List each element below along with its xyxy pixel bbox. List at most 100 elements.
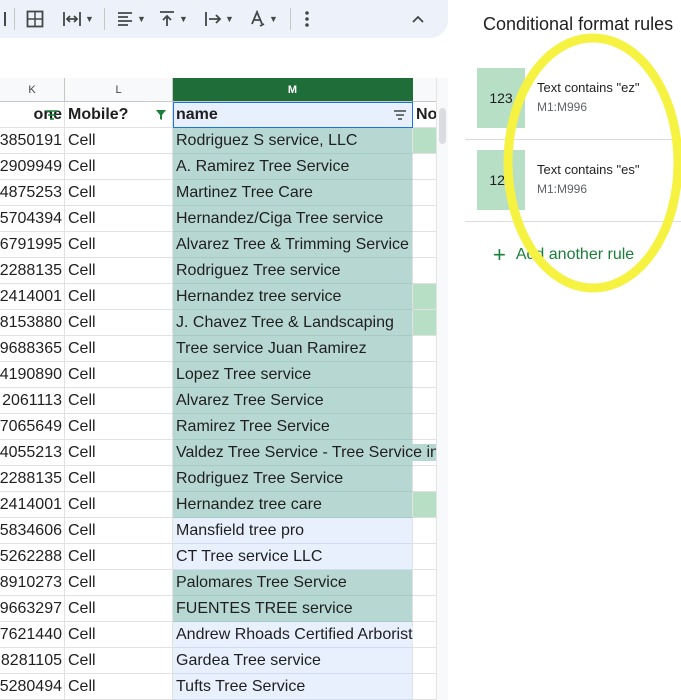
- cell-phone[interactable]: 9663297: [0, 596, 65, 622]
- cell-phone[interactable]: 2414001: [0, 284, 65, 310]
- more-options-button[interactable]: [304, 9, 310, 29]
- cell-name[interactable]: Rodriguez Tree Service: [173, 466, 413, 492]
- cell-mobile[interactable]: Cell: [65, 258, 173, 284]
- cell-notes[interactable]: [413, 232, 436, 258]
- merge-cells-button[interactable]: ▼: [62, 9, 94, 29]
- cell-phone[interactable]: 2061113: [0, 388, 65, 414]
- cell-name[interactable]: Rodriguez S service, LLC: [173, 128, 413, 154]
- collapse-toolbar-button[interactable]: [410, 9, 426, 29]
- cell-mobile[interactable]: Cell: [65, 518, 173, 544]
- cell-phone[interactable]: 5280494: [0, 674, 65, 700]
- cell-name[interactable]: Lopez Tree service: [173, 362, 413, 388]
- cell-mobile[interactable]: Cell: [65, 544, 173, 570]
- cell-mobile[interactable]: Cell: [65, 310, 173, 336]
- cell-notes[interactable]: [413, 466, 436, 492]
- cell-phone[interactable]: 5704394: [0, 206, 65, 232]
- cell-notes[interactable]: [413, 518, 436, 544]
- filter-icon[interactable]: [393, 109, 407, 121]
- cell-name[interactable]: Alvarez Tree & Trimming Service: [173, 232, 413, 258]
- cell-phone[interactable]: 7621440: [0, 622, 65, 648]
- cell-notes[interactable]: [413, 388, 436, 414]
- cell-phone[interactable]: 7065649: [0, 414, 65, 440]
- cell-notes[interactable]: [413, 492, 436, 518]
- cell-header-notes[interactable]: No: [413, 102, 436, 128]
- column-header-m[interactable]: M: [173, 78, 413, 102]
- cell-notes[interactable]: [413, 284, 436, 310]
- borders-button[interactable]: [26, 9, 44, 29]
- cell-phone[interactable]: 4875253: [0, 180, 65, 206]
- cell-phone[interactable]: 5262288: [0, 544, 65, 570]
- cell-name[interactable]: Tree service Juan Ramirez: [173, 336, 413, 362]
- cell-name[interactable]: Alvarez Tree Service: [173, 388, 413, 414]
- cell-mobile[interactable]: Cell: [65, 570, 173, 596]
- cell-mobile[interactable]: Cell: [65, 180, 173, 206]
- cell-notes[interactable]: [413, 180, 436, 206]
- cell-mobile[interactable]: Cell: [65, 284, 173, 310]
- add-rule-button[interactable]: + Add another rule: [493, 244, 634, 266]
- cell-mobile[interactable]: Cell: [65, 388, 173, 414]
- cell-notes[interactable]: [413, 154, 436, 180]
- cell-name[interactable]: Tufts Tree Service: [173, 674, 413, 700]
- cell-notes[interactable]: [413, 206, 436, 232]
- text-wrap-button[interactable]: ▼: [204, 9, 234, 29]
- sheet-grid[interactable]: K L M one Mobile? name No 3850191 Cell Rod…: [0, 78, 436, 700]
- cell-name[interactable]: Hernandez/Ciga Tree service: [173, 206, 413, 232]
- cell-mobile[interactable]: Cell: [65, 622, 173, 648]
- cell-phone[interactable]: 8910273: [0, 570, 65, 596]
- cell-phone[interactable]: 4055213: [0, 440, 65, 466]
- cell-mobile[interactable]: Cell: [65, 128, 173, 154]
- cell-header-name[interactable]: name: [173, 102, 413, 128]
- cell-mobile[interactable]: Cell: [65, 440, 173, 466]
- cell-notes[interactable]: [413, 258, 436, 284]
- cell-mobile[interactable]: Cell: [65, 648, 173, 674]
- cell-mobile[interactable]: Cell: [65, 154, 173, 180]
- vertical-scrollbar[interactable]: [436, 78, 448, 700]
- cell-phone[interactable]: 2414001: [0, 492, 65, 518]
- cell-notes[interactable]: [413, 414, 436, 440]
- rule-item[interactable]: 123 Text contains "es" M1:M996: [465, 140, 681, 222]
- scrollbar-thumb[interactable]: [439, 108, 446, 144]
- cell-notes[interactable]: [413, 336, 436, 362]
- cell-name[interactable]: Hernandez tree care: [173, 492, 413, 518]
- cell-name[interactable]: FUENTES TREE service: [173, 596, 413, 622]
- cell-phone[interactable]: 8153880: [0, 310, 65, 336]
- cell-notes[interactable]: [413, 570, 436, 596]
- cell-mobile[interactable]: Cell: [65, 232, 173, 258]
- cell-mobile[interactable]: Cell: [65, 206, 173, 232]
- cell-phone[interactable]: 6791995: [0, 232, 65, 258]
- cell-name[interactable]: Gardea Tree service: [173, 648, 413, 674]
- horizontal-align-button[interactable]: ▼: [116, 9, 146, 29]
- cell-notes[interactable]: [413, 544, 436, 570]
- cell-name[interactable]: CT Tree service LLC: [173, 544, 413, 570]
- cell-name[interactable]: A. Ramirez Tree Service: [173, 154, 413, 180]
- filter-active-icon[interactable]: [155, 109, 167, 121]
- cell-name[interactable]: Martinez Tree Care: [173, 180, 413, 206]
- cell-name[interactable]: Hernandez tree service: [173, 284, 413, 310]
- column-header-n[interactable]: [413, 78, 436, 102]
- cell-phone[interactable]: 3850191: [0, 128, 65, 154]
- cell-mobile[interactable]: Cell: [65, 362, 173, 388]
- vertical-align-button[interactable]: ▼: [158, 9, 188, 29]
- cell-name[interactable]: Valdez Tree Service - Tree Service in: [173, 440, 436, 466]
- cell-mobile[interactable]: Cell: [65, 466, 173, 492]
- cell-phone[interactable]: 9688365: [0, 336, 65, 362]
- cell-notes[interactable]: [413, 622, 436, 648]
- column-header-l[interactable]: L: [65, 78, 173, 102]
- rule-item[interactable]: 123 Text contains "ez" M1:M996: [465, 58, 681, 140]
- cell-notes[interactable]: [413, 596, 436, 622]
- cell-mobile[interactable]: Cell: [65, 492, 173, 518]
- cell-name[interactable]: Palomares Tree Service: [173, 570, 413, 596]
- cell-phone[interactable]: 4190890: [0, 362, 65, 388]
- cell-name[interactable]: Ramirez Tree Service: [173, 414, 413, 440]
- text-rotation-button[interactable]: ▼: [248, 9, 278, 29]
- cell-mobile[interactable]: Cell: [65, 414, 173, 440]
- cell-phone[interactable]: 2909949: [0, 154, 65, 180]
- cell-name[interactable]: Andrew Rhoads Certified Arborist: [173, 622, 413, 648]
- cell-phone[interactable]: 2288135: [0, 466, 65, 492]
- cell-mobile[interactable]: Cell: [65, 596, 173, 622]
- filter-icon[interactable]: [45, 109, 59, 121]
- cell-phone[interactable]: 8281105: [0, 648, 65, 674]
- cell-name[interactable]: Mansfield tree pro: [173, 518, 413, 544]
- cell-name[interactable]: J. Chavez Tree & Landscaping: [173, 310, 413, 336]
- cell-phone[interactable]: 5834606: [0, 518, 65, 544]
